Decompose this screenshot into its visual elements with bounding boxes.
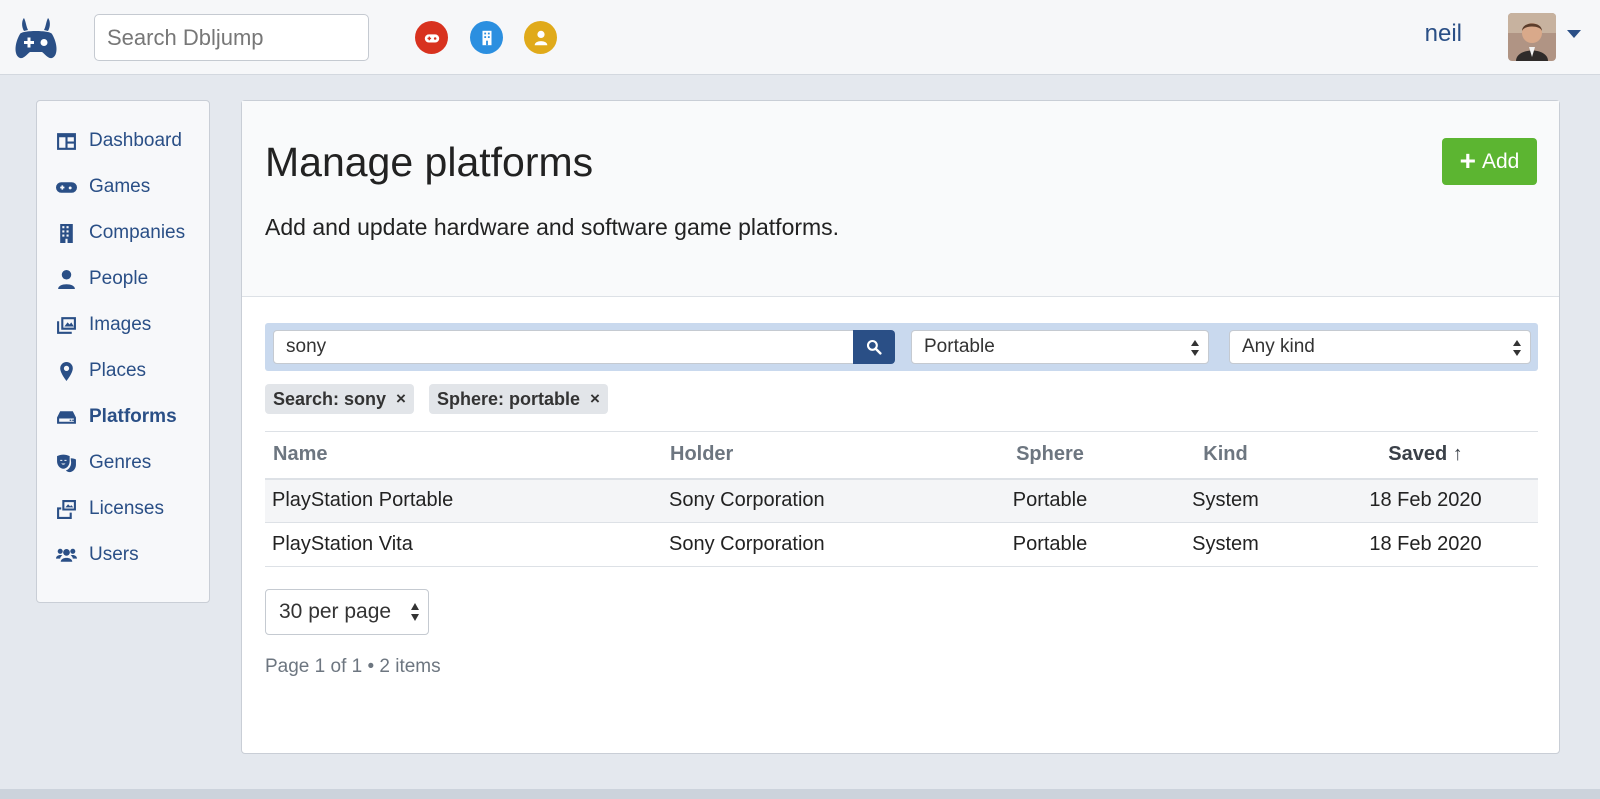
sphere-select[interactable]: Portable [911,330,1209,364]
hdd-icon [55,406,77,428]
avatar[interactable] [1508,13,1556,61]
user-menu-caret-icon[interactable] [1567,30,1581,38]
add-platform-button[interactable]: + Add [1442,138,1537,185]
remove-tag-icon[interactable]: × [590,384,600,414]
sidebar-item-genres[interactable]: Genres [37,440,209,486]
building-icon [55,222,77,244]
masks-icon [55,452,77,474]
sidebar-item-label: Companies [89,222,186,243]
column-header-saved[interactable]: Saved ↑ [1313,431,1538,480]
sidebar-item-label: Images [89,314,152,335]
companies-quick-link[interactable] [470,21,503,54]
cell-sphere: Portable [962,522,1138,567]
global-search-input[interactable] [94,14,369,61]
sidebar-item-label: People [89,268,149,289]
per-page-select[interactable]: 30 per page [265,589,429,635]
select-arrows-icon [411,603,419,621]
search-icon [866,339,882,355]
table-row[interactable]: PlayStation Portable Sony Corporation Po… [265,478,1538,523]
users-icon [55,544,77,566]
platforms-table: Name Holder Sphere Kind Saved ↑ PlayStat… [265,431,1538,567]
column-header-sphere[interactable]: Sphere [962,431,1138,480]
gamepad-icon [55,176,77,198]
sidebar-item-label: Licenses [89,498,164,519]
cell-holder: Sony Corporation [662,478,962,523]
column-header-kind[interactable]: Kind [1138,431,1313,480]
page-title: Manage platforms [265,139,594,185]
sidebar-item-games[interactable]: Games [37,164,209,210]
sidebar-item-licenses[interactable]: Licenses [37,486,209,532]
plus-icon: + [1459,144,1476,176]
cell-kind: System [1138,522,1313,567]
cell-name[interactable]: PlayStation Portable [265,478,662,523]
sidebar-item-label: Genres [89,452,152,473]
sidebar-item-label: Users [89,544,139,565]
top-bar: neil [0,0,1600,75]
sidebar-item-dashboard[interactable]: Dashboard [37,118,209,164]
photo-video-icon [55,498,77,520]
dashboard-icon [55,130,77,152]
select-arrows-icon [1513,340,1521,356]
sidebar-item-label: Games [89,176,151,197]
cell-sphere: Portable [962,478,1138,523]
pagination-summary: Page 1 of 1 • 2 items [265,656,441,677]
dbljump-logo-icon[interactable] [12,14,60,62]
sidebar-item-platforms[interactable]: Platforms [37,394,209,440]
cell-name[interactable]: PlayStation Vita [265,522,662,567]
building-icon [482,30,491,45]
cell-kind: System [1138,478,1313,523]
sidebar-item-places[interactable]: Places [37,348,209,394]
kind-select[interactable]: Any kind [1229,330,1531,364]
page-description: Add and update hardware and software gam… [265,214,840,240]
filter-bar: sony Portable Any kind [265,323,1538,371]
platform-search-input[interactable]: sony [273,330,855,364]
kind-select-value: Any kind [1242,336,1315,357]
person-icon [534,30,547,45]
filter-search-button[interactable] [853,330,895,364]
sidebar: Dashboard Games Companies People Images … [36,100,210,603]
user-name[interactable]: neil [1425,20,1462,48]
sidebar-item-label: Platforms [89,406,177,427]
column-header-name[interactable]: Name [265,431,662,480]
filter-tag-label: Sphere: portable [437,389,581,409]
main-panel: Manage platforms Add and update hardware… [241,100,1560,754]
filter-tag-search: Search: sony × [265,384,414,414]
games-quick-link[interactable] [415,21,448,54]
per-page-value: 30 per page [279,600,392,623]
sphere-select-value: Portable [924,336,995,357]
sidebar-item-label: Dashboard [89,130,182,151]
footer-strip [0,789,1600,799]
filter-tag-sphere: Sphere: portable × [429,384,608,414]
sidebar-item-companies[interactable]: Companies [37,210,209,256]
gamepad-icon [424,33,439,42]
sidebar-item-people[interactable]: People [37,256,209,302]
sidebar-item-images[interactable]: Images [37,302,209,348]
panel-header: Manage platforms Add and update hardware… [242,101,1559,297]
sidebar-item-label: Places [89,360,147,381]
table-header-row: Name Holder Sphere Kind Saved ↑ [265,431,1538,480]
column-header-holder[interactable]: Holder [662,431,962,480]
select-arrows-icon [1191,340,1199,356]
person-icon [55,268,77,290]
people-quick-link[interactable] [524,21,557,54]
map-pin-icon [55,360,77,382]
filter-tag-label: Search: sony [273,389,387,409]
cell-saved: 18 Feb 2020 [1313,522,1538,567]
sidebar-item-users[interactable]: Users [37,532,209,578]
cell-saved: 18 Feb 2020 [1313,478,1538,523]
remove-tag-icon[interactable]: × [396,384,406,414]
cell-holder: Sony Corporation [662,522,962,567]
add-button-label: Add [1481,149,1520,173]
table-row[interactable]: PlayStation Vita Sony Corporation Portab… [265,522,1538,567]
images-icon [55,314,77,336]
